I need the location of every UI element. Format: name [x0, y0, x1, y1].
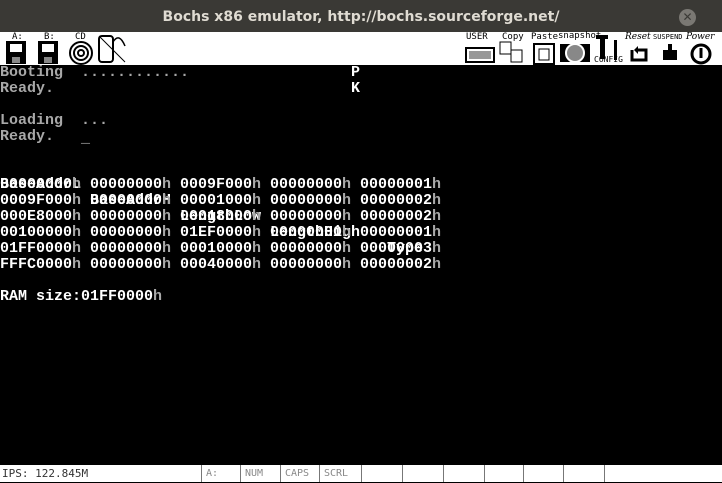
memory-map-cell: 00010000h	[180, 240, 262, 257]
memory-map-cell: 00000000h	[0, 176, 82, 193]
status-drive: A:	[201, 465, 241, 482]
status-bar: IPS: 122.845M A: NUM CAPS SCRL	[0, 465, 722, 482]
floppy-a-button[interactable]: A:	[4, 32, 30, 65]
status-cell	[523, 465, 563, 482]
memory-map-cell: 00000003h	[360, 240, 442, 257]
power-button[interactable]: Power	[686, 32, 722, 65]
memory-map-cell: 00000000h	[90, 256, 172, 273]
memory-map-cell: 00000002h	[360, 208, 442, 225]
status-cell	[443, 465, 484, 482]
ram-size-value: 01FF0000	[81, 288, 154, 305]
memory-map-cell: 00018000h	[180, 208, 262, 225]
memory-map-cell: 00000000h	[90, 176, 172, 193]
status-cell	[604, 465, 722, 482]
toolbar: A: B: CD USER Copy Paste snapshot CONFIG…	[0, 31, 722, 65]
close-icon[interactable]: ✕	[679, 9, 696, 26]
ready-text: Ready.	[0, 80, 55, 97]
title-bar: Bochs x86 emulator, http://bochs.sourcef…	[0, 0, 722, 32]
mouse-icon	[98, 35, 126, 63]
config-button[interactable]: CONFIG	[594, 32, 624, 65]
status-scrl: SCRL	[319, 465, 361, 482]
memory-map-cell: FFFC0000h	[0, 256, 82, 273]
memory-map-cell: 00100000h	[0, 224, 82, 241]
memory-map-cell: 00000000h	[270, 192, 352, 209]
user-button[interactable]: USER	[464, 32, 496, 65]
memory-map-cell: 00000000h	[90, 208, 172, 225]
window-title: Bochs x86 emulator, http://bochs.sourcef…	[162, 9, 560, 25]
console-line: Ready. _	[0, 128, 90, 147]
memory-map-cell: 00000000h	[270, 256, 352, 273]
memory-map-cell: 00000001h	[360, 176, 442, 193]
memory-map-cell: 00000001h	[360, 224, 442, 241]
memory-map-cell: 00040000h	[180, 256, 262, 273]
memory-map-cell: 00000000h	[270, 176, 352, 193]
mouse-button[interactable]	[97, 32, 127, 65]
paste-button[interactable]: Paste	[531, 32, 558, 65]
ips-readout: IPS: 122.845M	[2, 467, 89, 480]
status-cell	[402, 465, 443, 482]
ready-flag: K	[351, 80, 361, 97]
memory-map-cell: 0009F000h	[0, 192, 82, 209]
memory-map-cell: 00000002h	[360, 256, 442, 273]
memory-map-cell: 01EF0000h	[180, 224, 262, 241]
memory-map-header: BaseAddrL BaseAddrH LengthLow LengthHigh…	[0, 161, 423, 257]
memory-map-cell: 00000000h	[90, 240, 172, 257]
status-cell	[563, 465, 604, 482]
status-caps: CAPS	[280, 465, 320, 482]
status-cell	[484, 465, 523, 482]
memory-map-cell: 000E8000h	[0, 208, 82, 225]
suspend-button[interactable]: SUSPEND	[653, 32, 685, 65]
memory-map-cell: 00000000h	[270, 224, 352, 241]
console-line: Loading ...	[0, 113, 108, 129]
booting-text: Booting ............	[0, 64, 190, 81]
emulator-screen[interactable]: Booting ............ P Ready. K Loading ..…	[0, 65, 722, 465]
memory-map-cell: 00000000h	[270, 208, 352, 225]
ready-text: Ready.	[0, 128, 55, 145]
boot-flag: P	[351, 64, 361, 81]
memory-map-cell: 0009F000h	[180, 176, 262, 193]
copy-button[interactable]: Copy	[499, 32, 527, 65]
memory-map-cell: 00001000h	[180, 192, 262, 209]
cdrom-button[interactable]: CD	[66, 32, 96, 65]
text-cursor: _	[81, 130, 91, 147]
status-cell	[361, 465, 402, 482]
memory-map-cell: 00000000h	[90, 224, 172, 241]
ram-size-line: RAM size:01FF0000h	[0, 288, 163, 305]
memory-map-cell: 00000000h	[270, 240, 352, 257]
loading-text: Loading ...	[0, 112, 109, 129]
console-line: Booting ............ P	[0, 64, 360, 81]
floppy-b-button[interactable]: B:	[36, 32, 62, 65]
memory-map-cell: 00000002h	[360, 192, 442, 209]
memory-map-cell: 01FF0000h	[0, 240, 82, 257]
reset-button[interactable]: Reset	[624, 32, 654, 65]
snapshot-button[interactable]: snapshot	[558, 31, 601, 65]
memory-map-cell: 00000000h	[90, 192, 172, 209]
status-num: NUM	[240, 465, 280, 482]
console-line: Ready. K	[0, 80, 360, 97]
